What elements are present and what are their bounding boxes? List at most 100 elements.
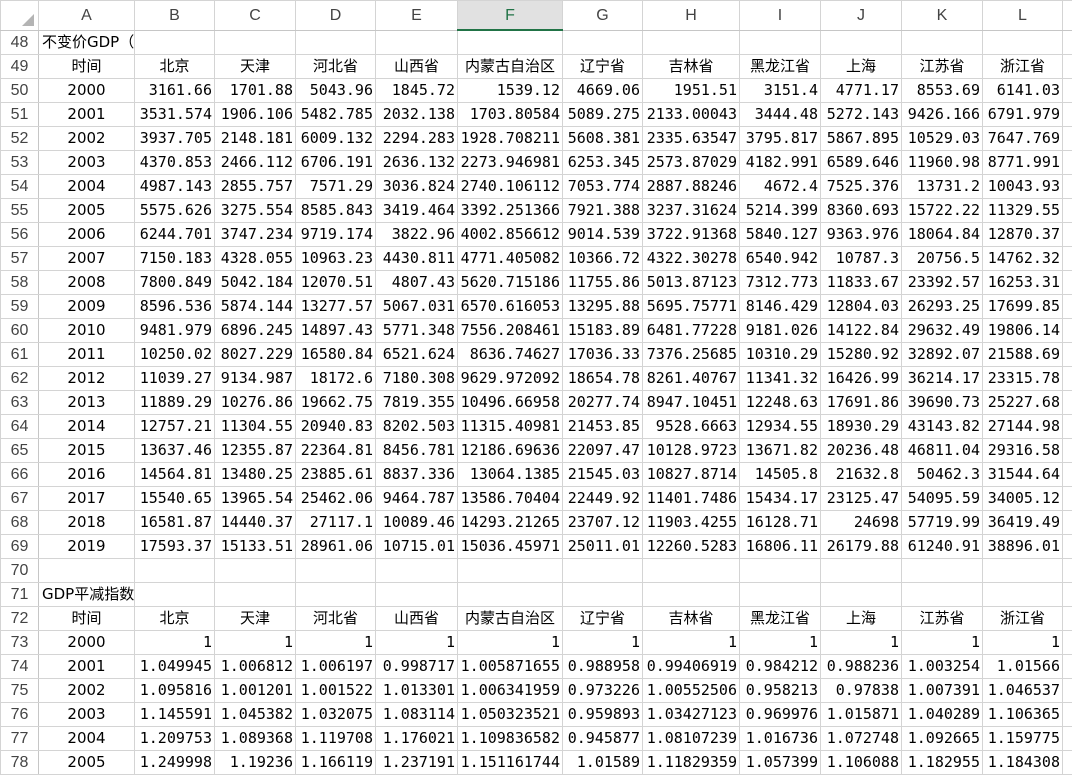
value-cell[interactable]: 17593.37 [134,534,215,559]
value-cell[interactable]: 6540.942 [739,246,821,271]
year-cell[interactable]: 2004 [38,726,135,751]
column-header-a[interactable]: A [38,0,135,31]
header-cell[interactable]: 吉林省 [642,606,740,631]
value-cell[interactable]: 18930.29 [820,414,902,439]
value-cell[interactable]: 4430.811 [375,246,458,271]
value-cell[interactable]: 12934.55 [739,414,821,439]
row-header[interactable]: 49 [0,54,39,79]
value-cell[interactable]: 6141.03 [982,78,1063,103]
column-header-m[interactable] [1062,0,1072,31]
row-header[interactable]: 61 [0,342,39,367]
spreadsheet[interactable]: ABCDEFGHIJKL 48不变价GDP（以2000年为基期）49时间北京天津… [0,0,1072,779]
value-cell[interactable]: 4002.856612 [457,222,563,247]
value-cell[interactable]: 29632.49 [901,318,983,343]
cell[interactable] [295,582,376,607]
value-cell[interactable]: 20236.48 [820,438,902,463]
value-cell[interactable]: 2148.181 [214,126,296,151]
cell[interactable] [1062,174,1072,199]
value-cell[interactable]: 11755.86 [562,270,643,295]
cell[interactable]: 不变价GDP（以2000年为基期） [38,29,135,55]
cell[interactable] [562,558,643,583]
row-header[interactable]: 72 [0,606,39,631]
value-cell[interactable]: 1703.80584 [457,102,563,127]
header-cell[interactable]: 时间 [38,606,135,631]
year-cell[interactable]: 2001 [38,654,135,679]
column-header-b[interactable]: B [134,0,215,31]
value-cell[interactable]: 5214.399 [739,198,821,223]
value-cell[interactable]: 0.958213 [739,678,821,703]
year-cell[interactable]: 2007 [38,246,135,271]
value-cell[interactable]: 1.072748 [820,726,902,751]
value-cell[interactable]: 8360.693 [820,198,902,223]
cell[interactable] [1062,582,1072,607]
value-cell[interactable]: 16426.99 [820,366,902,391]
column-header-f[interactable]: F [457,0,563,31]
column-header-i[interactable]: I [739,0,821,31]
cell[interactable] [1062,414,1072,439]
value-cell[interactable]: 36214.17 [901,366,983,391]
value-cell[interactable]: 1.006197 [295,654,376,679]
value-cell[interactable]: 11039.27 [134,366,215,391]
value-cell[interactable]: 8771.991 [982,150,1063,175]
value-cell[interactable]: 23315.78 [982,366,1063,391]
value-cell[interactable]: 27144.98 [982,414,1063,439]
value-cell[interactable]: 8456.781 [375,438,458,463]
value-cell[interactable]: 3275.554 [214,198,296,223]
row-header[interactable]: 62 [0,366,39,391]
value-cell[interactable]: 1.095816 [134,678,215,703]
row-header[interactable]: 70 [0,558,39,583]
year-cell[interactable]: 2019 [38,534,135,559]
cell[interactable] [982,582,1063,607]
value-cell[interactable]: 7647.769 [982,126,1063,151]
header-cell[interactable]: 山西省 [375,54,458,79]
value-cell[interactable]: 6791.979 [982,102,1063,127]
value-cell[interactable]: 1.050323521 [457,702,563,727]
cell[interactable]: GDP平减指数（以2000年为基期） [38,582,135,607]
row-header[interactable]: 55 [0,198,39,223]
value-cell[interactable]: 10089.46 [375,510,458,535]
cell[interactable] [214,29,296,55]
value-cell[interactable]: 17699.85 [982,294,1063,319]
value-cell[interactable]: 21588.69 [982,342,1063,367]
value-cell[interactable]: 3444.48 [739,102,821,127]
value-cell[interactable]: 1.006812 [214,654,296,679]
cell[interactable] [562,582,643,607]
value-cell[interactable]: 5608.381 [562,126,643,151]
value-cell[interactable]: 0.984212 [739,654,821,679]
value-cell[interactable]: 1.006341959 [457,678,563,703]
value-cell[interactable]: 9464.787 [375,486,458,511]
value-cell[interactable]: 15280.92 [820,342,902,367]
header-cell[interactable]: 天津 [214,54,296,79]
year-cell[interactable]: 2005 [38,198,135,223]
value-cell[interactable]: 19806.14 [982,318,1063,343]
header-cell[interactable]: 黑龙江省 [739,54,821,79]
value-cell[interactable]: 7556.208461 [457,318,563,343]
value-cell[interactable]: 15133.51 [214,534,296,559]
cell[interactable] [375,558,458,583]
value-cell[interactable]: 4807.43 [375,270,458,295]
value-cell[interactable]: 25462.06 [295,486,376,511]
value-cell[interactable]: 1.106088 [820,750,902,775]
value-cell[interactable]: 23707.12 [562,510,643,535]
cell[interactable] [1062,294,1072,319]
value-cell[interactable]: 50462.3 [901,462,983,487]
value-cell[interactable]: 0.945877 [562,726,643,751]
value-cell[interactable]: 9363.976 [820,222,902,247]
value-cell[interactable]: 29316.58 [982,438,1063,463]
value-cell[interactable]: 7571.29 [295,174,376,199]
value-cell[interactable]: 16128.71 [739,510,821,535]
row-header[interactable]: 52 [0,126,39,151]
value-cell[interactable]: 1701.88 [214,78,296,103]
value-cell[interactable]: 11304.55 [214,414,296,439]
value-cell[interactable]: 0.998717 [375,654,458,679]
cell[interactable] [739,582,821,607]
value-cell[interactable]: 2855.757 [214,174,296,199]
value-cell[interactable]: 43143.82 [901,414,983,439]
column-header-j[interactable]: J [820,0,902,31]
value-cell[interactable]: 61240.91 [901,534,983,559]
cell[interactable] [1062,78,1072,103]
value-cell[interactable]: 4370.853 [134,150,215,175]
value-cell[interactable]: 1 [134,630,215,655]
value-cell[interactable]: 10827.8714 [642,462,740,487]
value-cell[interactable]: 23885.61 [295,462,376,487]
